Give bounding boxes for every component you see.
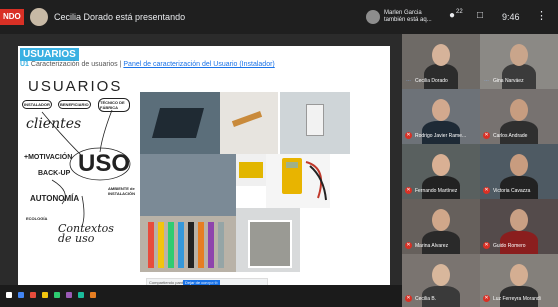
participant-face — [432, 209, 450, 231]
participant-tile[interactable]: … Cecilia Dorado — [402, 34, 480, 89]
usuarios-sketch: USUARIOS INSTALADOR BENEFICIARIO TÉCNICO… — [22, 76, 140, 276]
participant-face — [432, 154, 450, 176]
subtitle-text: Caracterización de usuarios | — [30, 61, 122, 68]
participant-name: Cecilia B. — [415, 296, 437, 302]
participant-tile[interactable]: ✕ Luz Ferreyra Morandi — [480, 254, 558, 307]
participant-name: Fernando Martínez — [415, 188, 458, 194]
more-options-icon[interactable]: ⋮ — [536, 9, 547, 22]
participant-tile[interactable]: ✕ Marina Alvarez — [402, 199, 480, 254]
taskbar-app-icon[interactable] — [30, 292, 36, 298]
participant-tile[interactable]: ✕ Fernando Martínez — [402, 144, 480, 199]
recording-badge: NDO — [0, 9, 24, 25]
multimeter-screen — [286, 162, 298, 168]
mic-off-icon: ✕ — [405, 242, 412, 249]
participant-name: Guido Romero — [493, 243, 526, 249]
participant-face — [432, 99, 450, 121]
notification-avatar — [366, 10, 380, 24]
slide-title: USUARIOS — [20, 48, 79, 61]
mic-on-icon: … — [406, 77, 411, 83]
photo-electrical-panel — [140, 154, 236, 216]
participant-name: Marina Alvarez — [415, 243, 449, 249]
participant-face — [510, 44, 528, 66]
chat-icon[interactable]: □ — [472, 10, 488, 24]
photo-yellow-kit — [239, 162, 263, 178]
join-notification[interactable]: Marlen Garcia también está aq... — [384, 10, 438, 24]
participant-name: Luz Ferreyra Morandi — [493, 296, 541, 302]
mic-off-icon: ✕ — [405, 187, 412, 194]
start-icon[interactable] — [6, 292, 12, 298]
participant-grid: … Cecilia Dorado … Gina Narváez ✕ Rodrig… — [402, 34, 558, 307]
participant-tile[interactable]: … Gina Narváez — [480, 34, 558, 89]
mic-off-icon: ✕ — [483, 187, 490, 194]
taskbar-app-icon[interactable] — [42, 292, 48, 298]
notification-message: también está aq... — [384, 17, 432, 23]
participant-face — [432, 264, 450, 286]
participant-face — [510, 209, 528, 231]
taskbar-app-icon[interactable] — [18, 292, 24, 298]
participant-name: Cecilia Dorado — [415, 78, 448, 84]
photo-wire-stripping — [220, 92, 278, 154]
mic-off-icon: ✕ — [405, 295, 412, 302]
participant-tile[interactable]: ✕ Carlos Andrade — [480, 89, 558, 144]
notification-name: Marlen Garcia — [384, 10, 422, 16]
presenter-avatar — [30, 8, 48, 26]
presentation-stage: USUARIOS U1 Caracterización de usuarios … — [0, 34, 402, 307]
shared-slide: USUARIOS U1 Caracterización de usuarios … — [18, 46, 390, 292]
unit-label: U1 — [20, 61, 29, 68]
clock: 9:46 — [502, 12, 520, 22]
cable-bundle — [148, 222, 224, 268]
participant-video — [424, 64, 458, 89]
subtitle-link[interactable]: Panel de caracterización del Usuario (In… — [123, 61, 274, 68]
participant-tile[interactable]: ✕ Victoria Cavazza — [480, 144, 558, 199]
participant-name: Victoria Cavazza — [493, 188, 531, 194]
os-taskbar — [0, 285, 402, 307]
participant-face — [510, 154, 528, 176]
participant-tile[interactable]: ✕ Rodrigo Javier Rame... — [402, 89, 480, 144]
slide-subtitle: U1 Caracterización de usuarios | Panel d… — [20, 61, 275, 68]
taskbar-app-icon[interactable] — [90, 292, 96, 298]
mic-off-icon: ✕ — [483, 132, 490, 139]
participant-face — [432, 44, 450, 66]
photo-blank — [300, 208, 350, 272]
participant-video — [502, 64, 536, 89]
participant-tile[interactable]: ✕ Guido Romero — [480, 199, 558, 254]
taskbar-app-icon[interactable] — [54, 292, 60, 298]
presenter-status-text: Cecilia Dorado está presentando — [54, 12, 186, 22]
mic-off-icon: ✕ — [483, 295, 490, 302]
participant-count: 22 — [456, 9, 463, 15]
photo-solar-panel — [151, 108, 205, 138]
participant-name: Gina Narváez — [493, 78, 524, 84]
participant-name: Carlos Andrade — [493, 133, 528, 139]
photo-meter-device — [306, 104, 324, 136]
multimeter-leads — [305, 161, 327, 201]
mic-on-icon: … — [484, 77, 489, 83]
participant-face — [510, 99, 528, 121]
mic-off-icon: ✕ — [483, 242, 490, 249]
participant-face — [510, 264, 528, 286]
participant-tile[interactable]: ✕ Cecilia B. — [402, 254, 480, 307]
mic-off-icon: ✕ — [405, 132, 412, 139]
top-bar: NDO Cecilia Dorado está presentando Marl… — [0, 0, 558, 34]
van-door — [248, 220, 292, 268]
sketch-lines — [41, 109, 131, 227]
taskbar-app-icon[interactable] — [66, 292, 72, 298]
participant-name: Rodrigo Javier Rame... — [415, 133, 467, 139]
taskbar-app-icon[interactable] — [78, 292, 84, 298]
